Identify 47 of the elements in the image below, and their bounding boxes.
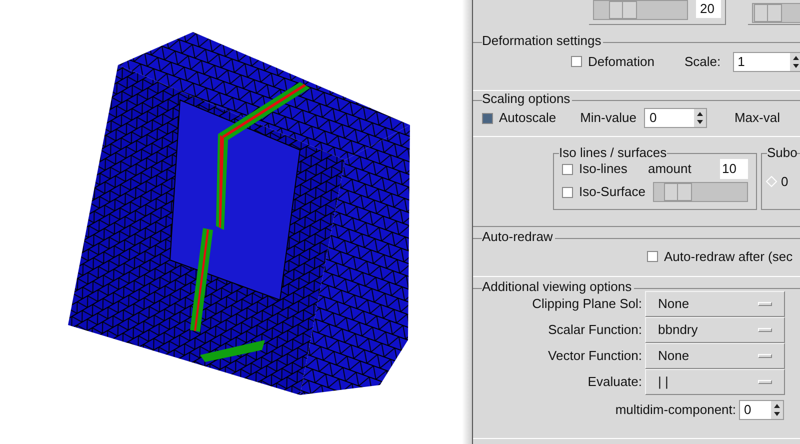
checkbox[interactable] [562, 164, 573, 174]
option-label: Clipping Plane Sol: [531, 295, 643, 314]
option-label: multidim-component: [614, 401, 737, 420]
option-label: Scalar Function: [547, 321, 643, 340]
amount-field[interactable]: 10 [720, 159, 748, 179]
dropdown-indicator-icon [758, 354, 772, 358]
max-value-label: Max-val [734, 109, 780, 128]
scale-label: Scale: [684, 52, 721, 71]
checkbox[interactable] [482, 112, 493, 124]
group-title: Additional viewing options [482, 279, 634, 295]
dropdown-button[interactable]: None [645, 291, 785, 317]
checkbox[interactable] [571, 56, 582, 67]
group-title: Subo [767, 146, 798, 160]
checkbox-label: Autoscale [499, 109, 556, 128]
radio-button[interactable] [766, 176, 777, 187]
slider-thumb[interactable] [754, 4, 782, 22]
dropdown-button[interactable]: bbndry [645, 317, 785, 343]
dropdown-indicator-icon [758, 380, 772, 384]
slider[interactable] [653, 182, 748, 202]
checkbox-label: Auto-redraw after (sec [664, 248, 793, 266]
checkbox[interactable] [647, 251, 658, 262]
amount-label: amount [648, 160, 692, 178]
slider-thumb[interactable] [608, 1, 637, 19]
min-value-label: Min-value [580, 109, 636, 128]
value-field[interactable]: 20 [696, 0, 721, 18]
spin-field[interactable]: 0 [739, 400, 784, 420]
checkbox-label: Iso-lines [579, 160, 628, 178]
spin-arrows-icon [771, 401, 783, 419]
dropdown-button[interactable]: | | [645, 369, 785, 395]
spin-arrows-icon [694, 109, 706, 127]
option-label: Vector Function: [547, 347, 643, 366]
dropdown-indicator-icon [758, 302, 772, 306]
slider[interactable] [593, 0, 688, 20]
dropdown-button[interactable]: None [645, 343, 785, 369]
group-title: Iso lines / surfaces [559, 146, 667, 160]
checkbox-label: Defomation [588, 52, 654, 71]
radio-label: 0 [781, 172, 788, 191]
spin-field[interactable]: 0 [644, 108, 708, 128]
spin-field[interactable]: 1 [732, 52, 800, 72]
slider-thumb[interactable] [664, 183, 692, 201]
group-title: Deformation settings [482, 33, 604, 49]
group-title: Scaling options [482, 91, 572, 107]
dropdown-indicator-icon [758, 328, 772, 332]
option-label: Evaluate: [586, 373, 643, 392]
checkbox[interactable] [562, 186, 573, 198]
slider[interactable] [752, 3, 800, 23]
checkbox-label: Iso-Surface [579, 183, 646, 202]
